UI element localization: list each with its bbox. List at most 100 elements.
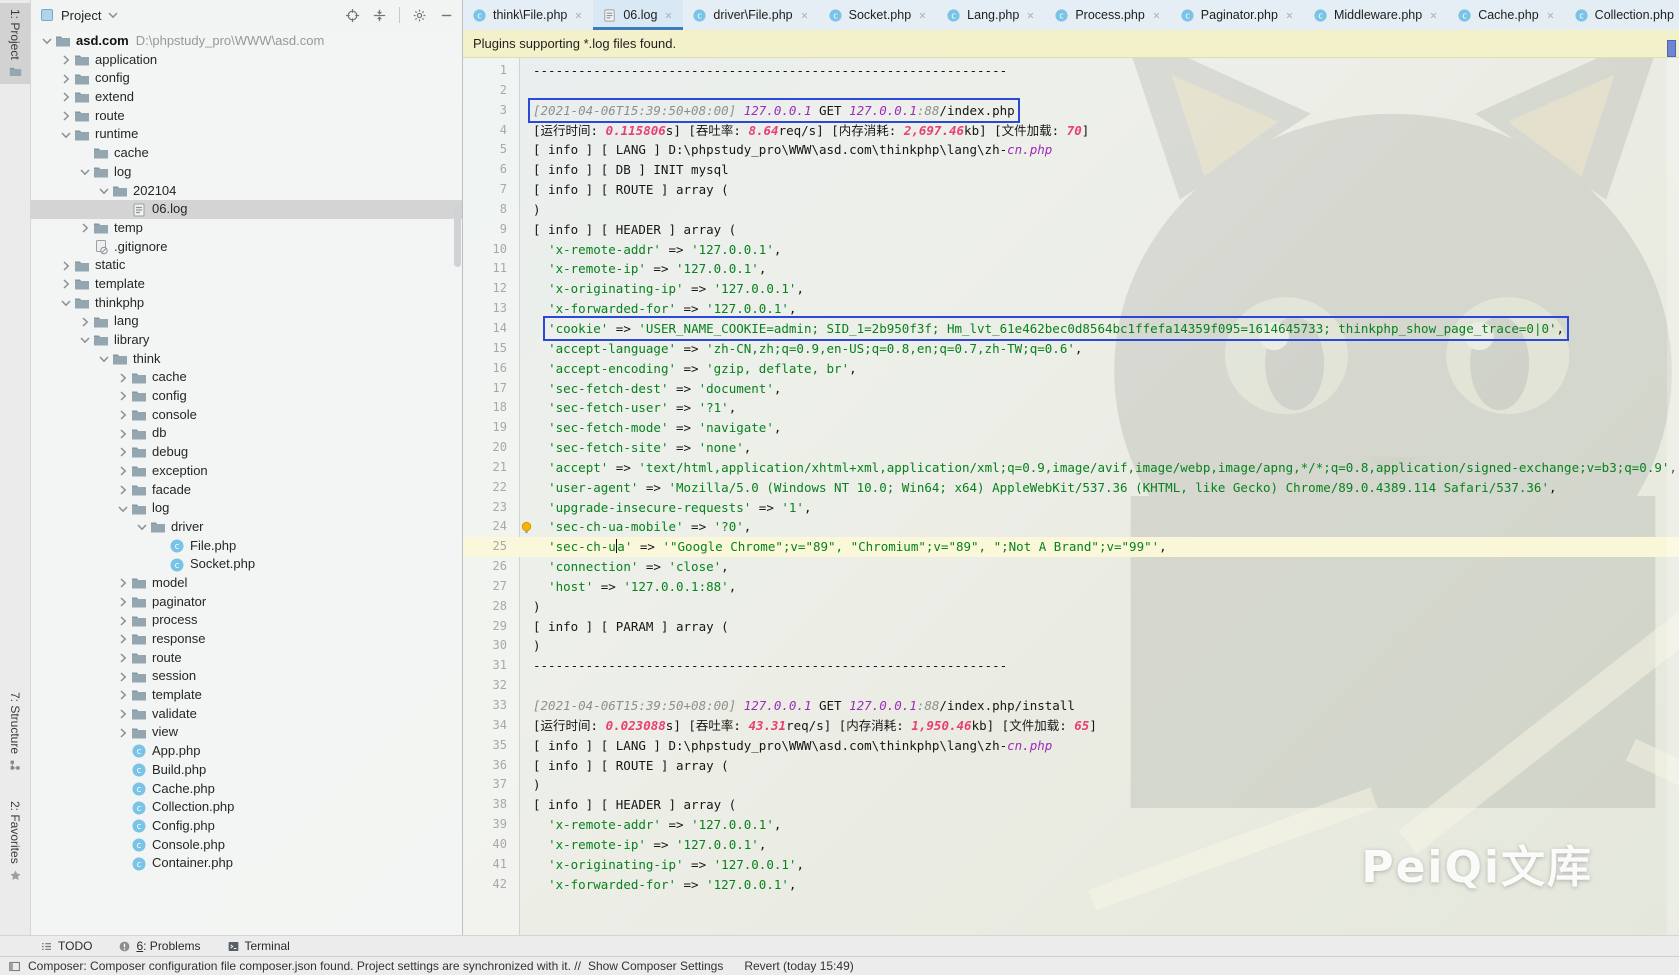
log-line-text[interactable]: 'x-remote-ip' => '127.0.0.1', — [519, 259, 1679, 279]
chevron-down-icon[interactable] — [96, 351, 112, 367]
tree-item-view[interactable]: view — [31, 723, 462, 742]
editor-tab-lang.php[interactable]: cLang.php — [937, 0, 1045, 30]
editor[interactable]: 1---------------------------------------… — [463, 58, 1679, 935]
chevron-down-icon[interactable] — [77, 332, 93, 348]
close-x-icon[interactable] — [1025, 10, 1036, 21]
chevron-right-icon[interactable] — [58, 276, 74, 292]
tree-item-lang[interactable]: lang — [31, 312, 462, 331]
tree-item-06.log[interactable]: 06.log — [31, 200, 462, 219]
target-icon[interactable] — [345, 8, 360, 23]
minus-icon[interactable] — [439, 8, 454, 23]
tree-item-model[interactable]: model — [31, 574, 462, 593]
chevron-down-icon[interactable] — [115, 501, 131, 517]
log-line-text[interactable]: 'x-forwarded-for' => '127.0.0.1', — [519, 875, 1679, 895]
chevron-down-icon[interactable] — [105, 7, 121, 23]
tree-item-driver[interactable]: driver — [31, 518, 462, 537]
tree-item-facade[interactable]: facade — [31, 481, 462, 500]
close-x-icon[interactable] — [663, 10, 674, 21]
chevron-down-icon[interactable] — [96, 183, 112, 199]
tree-item-build.php[interactable]: cBuild.php — [31, 761, 462, 780]
tree-item-app.php[interactable]: cApp.php — [31, 742, 462, 761]
log-line-text[interactable]: [2021-04-06T15:39:50+08:00] 127.0.0.1 GE… — [519, 101, 1679, 121]
panel-toggle-icon[interactable] — [8, 960, 21, 973]
tree-item-file.php[interactable]: cFile.php — [31, 537, 462, 556]
log-line-text[interactable]: ----------------------------------------… — [519, 656, 1679, 676]
tree-item-library[interactable]: library — [31, 331, 462, 350]
close-x-icon[interactable] — [917, 10, 928, 21]
chevron-right-icon[interactable] — [115, 594, 131, 610]
tree-item-config[interactable]: config — [31, 69, 462, 88]
log-line-text[interactable]: 'x-remote-ip' => '127.0.0.1', — [519, 835, 1679, 855]
log-line-text[interactable] — [519, 81, 1679, 101]
log-line-text[interactable]: ) — [519, 775, 1679, 795]
chevron-down-icon[interactable] — [39, 33, 55, 49]
chevron-right-icon[interactable] — [58, 89, 74, 105]
log-line-text[interactable]: 'x-originating-ip' => '127.0.0.1', — [519, 279, 1679, 299]
tree-item-template[interactable]: template — [31, 275, 462, 294]
tree-item-static[interactable]: static — [31, 256, 462, 275]
log-line-text[interactable]: 'sec-fetch-mode' => 'navigate', — [519, 418, 1679, 438]
chevron-right-icon[interactable] — [77, 220, 93, 236]
log-line-text[interactable]: 'connection' => 'close', — [519, 557, 1679, 577]
log-line-text[interactable]: [ info ] [ HEADER ] array ( — [519, 220, 1679, 240]
tree-item-runtime[interactable]: runtime — [31, 125, 462, 144]
close-x-icon[interactable] — [573, 10, 584, 21]
toolwindow-button-terminal[interactable]: Terminal — [227, 939, 290, 953]
chevron-right-icon[interactable] — [58, 52, 74, 68]
chevron-right-icon[interactable] — [115, 725, 131, 741]
tree-item-console.php[interactable]: cConsole.php — [31, 836, 462, 855]
toolwindow-button-todo[interactable]: TODO — [40, 939, 92, 953]
close-x-icon[interactable] — [799, 10, 810, 21]
log-line-text[interactable]: 'sec-ch-ua' => '"Google Chrome";v="89", … — [519, 537, 1679, 557]
log-line-text[interactable]: 'x-forwarded-for' => '127.0.0.1', — [519, 299, 1679, 319]
tree-item-think[interactable]: think — [31, 350, 462, 369]
tree-item-process[interactable]: process — [31, 611, 462, 630]
close-x-icon[interactable] — [1284, 10, 1295, 21]
tree-item-thinkphp[interactable]: thinkphp — [31, 294, 462, 313]
editor-tab-process.php[interactable]: cProcess.php — [1045, 0, 1170, 30]
chevron-right-icon[interactable] — [77, 314, 93, 330]
show-composer-settings-link[interactable]: Show Composer Settings — [588, 959, 723, 973]
log-line-text[interactable]: ) — [519, 200, 1679, 220]
log-line-text[interactable]: [ info ] [ ROUTE ] array ( — [519, 180, 1679, 200]
tree-item-log[interactable]: log — [31, 499, 462, 518]
chevron-down-icon[interactable] — [58, 127, 74, 143]
log-line-text[interactable]: 'sec-fetch-site' => 'none', — [519, 438, 1679, 458]
chevron-right-icon[interactable] — [115, 370, 131, 386]
close-x-icon[interactable] — [1151, 10, 1162, 21]
editor-tab-middleware.php[interactable]: cMiddleware.php — [1304, 0, 1448, 30]
intention-bulb-icon[interactable] — [520, 521, 533, 534]
tree-item-validate[interactable]: validate — [31, 705, 462, 724]
editor-tab-cache.php[interactable]: cCache.php — [1448, 0, 1564, 30]
tree-item-response[interactable]: response — [31, 630, 462, 649]
log-line-text[interactable]: [ info ] [ LANG ] D:\phpstudy_pro\WWW\as… — [519, 140, 1679, 160]
tree-item-temp[interactable]: temp — [31, 219, 462, 238]
editor-tab-paginator.php[interactable]: cPaginator.php — [1171, 0, 1304, 30]
log-line-text[interactable]: [运行时间: 0.023088s] [吞吐率: 43.31req/s] [内存消… — [519, 716, 1679, 736]
tree-item-exception[interactable]: exception — [31, 462, 462, 481]
log-line-text[interactable]: 'accept-language' => 'zh-CN,zh;q=0.9,en-… — [519, 339, 1679, 359]
log-line-text[interactable]: 'accept' => 'text/html,application/xhtml… — [519, 458, 1679, 478]
chevron-right-icon[interactable] — [115, 631, 131, 647]
chevron-right-icon[interactable] — [115, 444, 131, 460]
tree-item-route[interactable]: route — [31, 649, 462, 668]
project-panel-title[interactable]: Project — [61, 8, 101, 23]
tree-item-session[interactable]: session — [31, 667, 462, 686]
chevron-right-icon[interactable] — [115, 650, 131, 666]
log-line-text[interactable]: [2021-04-06T15:39:50+08:00] 127.0.0.1 GE… — [519, 696, 1679, 716]
tree-item-route[interactable]: route — [31, 107, 462, 126]
collapse-all-icon[interactable] — [372, 8, 387, 23]
tree-item-asd.com[interactable]: asd.comD:\phpstudy_pro\WWW\asd.com — [31, 32, 462, 51]
log-line-text[interactable]: ) — [519, 636, 1679, 656]
toolwindow-tab-project[interactable]: 1: Project — [0, 3, 30, 84]
tree-item-template[interactable]: template — [31, 686, 462, 705]
tree-item-cache.php[interactable]: cCache.php — [31, 780, 462, 799]
toolwindow-button-problems[interactable]: 6: Problems — [118, 939, 200, 953]
chevron-right-icon[interactable] — [115, 426, 131, 442]
log-line-text[interactable]: [ info ] [ LANG ] D:\phpstudy_pro\WWW\as… — [519, 736, 1679, 756]
close-x-icon[interactable] — [1428, 10, 1439, 21]
tree-item-debug[interactable]: debug — [31, 443, 462, 462]
chevron-down-icon[interactable] — [58, 295, 74, 311]
log-line-text[interactable]: [运行时间: 0.115806s] [吞吐率: 8.64req/s] [内存消耗… — [519, 121, 1679, 141]
project-scrollbar-thumb[interactable] — [454, 205, 461, 267]
